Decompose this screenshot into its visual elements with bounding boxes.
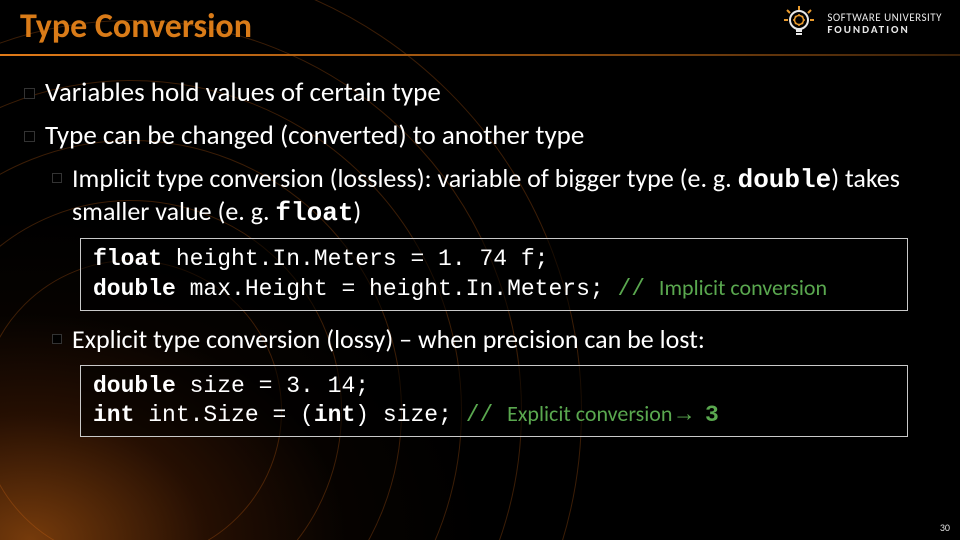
comment-text: Explicit conversion	[507, 400, 677, 427]
code-text: max.Height = height.In.Meters;	[176, 276, 618, 302]
code-kw: int	[93, 402, 134, 428]
keyword-double: double	[738, 165, 832, 195]
subbullet-implicit-text: Implicit type conversion (lossless): var…	[72, 162, 936, 228]
code-kw: double	[93, 373, 176, 399]
slide-title: Type Conversion	[20, 6, 252, 47]
comment-text: Implicit conversion	[659, 274, 827, 301]
bullet-square-icon	[24, 88, 35, 99]
bullet-2: Type can be changed (converted) to anoth…	[24, 119, 936, 152]
code-text: height.In.Meters = 1. 74 f;	[162, 246, 548, 272]
code-block-explicit: double size = 3. 14; int int.Size = (int…	[80, 365, 908, 438]
slide: Type Conversion	[0, 0, 960, 540]
arrow-icon: →	[677, 402, 691, 428]
subbullet-implicit: Implicit type conversion (lossless): var…	[52, 162, 936, 228]
bullet-square-icon	[52, 334, 62, 344]
content: Variables hold values of certain type Ty…	[24, 72, 936, 449]
bullet-square-icon	[24, 131, 35, 142]
title-rule	[0, 54, 960, 56]
code-kw: int	[314, 402, 355, 428]
text-part: Implicit type conversion (lossless): var…	[72, 162, 738, 194]
comment-result: 3	[691, 402, 719, 428]
comment-slashes: //	[618, 276, 659, 302]
logo-line2: FOUNDATION	[827, 24, 942, 36]
keyword-float: float	[275, 198, 353, 228]
comment-slashes: //	[466, 402, 507, 428]
logo: SOFTWARE UNIVERSITY FOUNDATION	[779, 4, 942, 44]
code-text: int.Size = (	[134, 402, 313, 428]
bullet-2-text: Type can be changed (converted) to anoth…	[45, 119, 936, 152]
bullet-1: Variables hold values of certain type	[24, 76, 936, 109]
page-number: 30	[940, 521, 950, 534]
code-comment: // Implicit conversion	[618, 274, 828, 301]
bullet-1-text: Variables hold values of certain type	[45, 76, 936, 109]
bullet-square-icon	[52, 173, 62, 183]
subbullet-explicit: Explicit type conversion (lossy) – when …	[52, 323, 936, 355]
code-text: size = 3. 14;	[176, 373, 369, 399]
code-kw: float	[93, 246, 162, 272]
logo-text: SOFTWARE UNIVERSITY FOUNDATION	[827, 12, 942, 35]
lightbulb-gear-icon	[779, 4, 819, 44]
text-part: )	[353, 195, 361, 227]
code-kw: double	[93, 276, 176, 302]
code-block-implicit: float height.In.Meters = 1. 74 f; double…	[80, 238, 908, 311]
subbullet-explicit-text: Explicit type conversion (lossy) – when …	[72, 323, 936, 355]
code-text: ) size;	[355, 402, 465, 428]
code-comment: // Explicit conversion → 3	[466, 400, 719, 427]
